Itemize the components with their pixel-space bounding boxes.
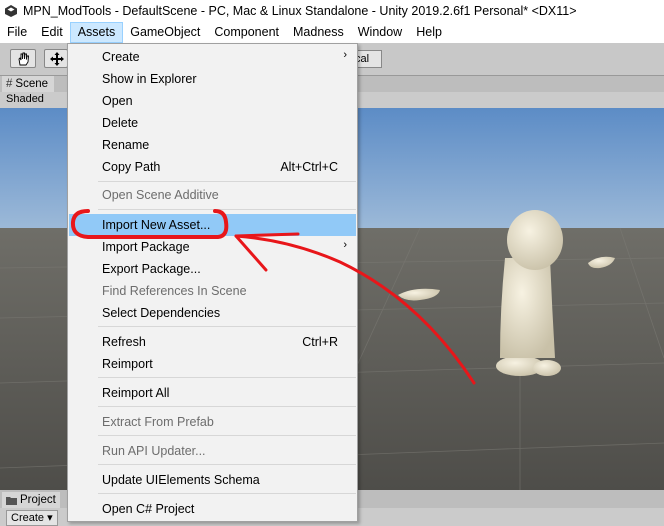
menu-item-label: Copy Path: [102, 160, 161, 174]
scene-grid-icon: #: [6, 78, 13, 90]
chevron-right-icon: ›: [343, 239, 347, 251]
tab-project[interactable]: Project: [2, 492, 60, 508]
menu-file[interactable]: File: [0, 22, 34, 43]
menu-item-label: Refresh: [102, 335, 146, 349]
menu-separator: [98, 464, 356, 465]
menu-item-label: Import Package: [102, 240, 190, 254]
tab-project-label: Project: [20, 494, 56, 506]
menu-item-label: Select Dependencies: [102, 306, 221, 320]
menu-item-copy-path[interactable]: Copy Path Alt+Ctrl+C: [69, 156, 356, 178]
menu-assets[interactable]: Assets: [69, 22, 124, 43]
menu-item-label: Extract From Prefab: [102, 415, 214, 429]
menu-separator: [98, 181, 356, 182]
menu-component[interactable]: Component: [207, 22, 286, 43]
menu-item-import-package[interactable]: Import Package ›: [69, 236, 356, 258]
menu-item-reimport[interactable]: Reimport: [69, 353, 356, 375]
unity-app-icon: [5, 5, 17, 17]
menu-item-open[interactable]: Open: [69, 90, 356, 112]
menu-item-label: Run API Updater...: [102, 444, 206, 458]
assets-dropdown-menu: Create › Show in Explorer Open Delete Re…: [67, 43, 358, 522]
menu-bar: File Edit Assets GameObject Component Ma…: [0, 22, 664, 43]
menu-item-label: Open C# Project: [102, 502, 195, 516]
menu-separator: [98, 326, 356, 327]
window-titlebar: MPN_ModTools - DefaultScene - PC, Mac & …: [0, 0, 664, 22]
menu-separator: [98, 406, 356, 407]
menu-item-label: Reimport All: [102, 386, 170, 400]
menu-item-label: Show in Explorer: [102, 72, 197, 86]
menu-gameobject[interactable]: GameObject: [123, 22, 207, 43]
tab-scene-label: Scene: [15, 78, 49, 90]
menu-item-shortcut: Ctrl+R: [302, 335, 338, 349]
menu-item-label: Rename: [102, 138, 150, 152]
menu-item-label: Create: [102, 50, 140, 64]
move-icon: [50, 52, 64, 66]
menu-item-reimport-all[interactable]: Reimport All: [69, 382, 356, 404]
menu-separator: [98, 435, 356, 436]
menu-item-label: Open: [102, 94, 133, 108]
menu-separator: [98, 493, 356, 494]
menu-item-rename[interactable]: Rename: [69, 134, 356, 156]
window-title: MPN_ModTools - DefaultScene - PC, Mac & …: [23, 4, 577, 18]
menu-window[interactable]: Window: [351, 22, 409, 43]
menu-item-update-uielements-schema[interactable]: Update UIElements Schema: [69, 469, 356, 491]
menu-item-label: Import New Asset...: [102, 218, 211, 232]
menu-item-import-new-asset[interactable]: Import New Asset...: [69, 214, 356, 236]
menu-separator: [98, 209, 356, 210]
menu-item-label: Reimport: [102, 357, 153, 371]
chevron-right-icon: ›: [343, 49, 347, 61]
menu-item-label: Open Scene Additive: [102, 188, 219, 202]
menu-item-shortcut: Alt+Ctrl+C: [280, 160, 338, 174]
menu-item-open-scene-additive: Open Scene Additive: [69, 184, 356, 206]
menu-item-run-api-updater: Run API Updater...: [69, 440, 356, 462]
menu-madness[interactable]: Madness: [286, 22, 351, 43]
hand-tool-button[interactable]: [10, 49, 36, 68]
menu-item-select-dependencies[interactable]: Select Dependencies: [69, 302, 356, 324]
menu-separator: [98, 377, 356, 378]
menu-item-refresh[interactable]: Refresh Ctrl+R: [69, 331, 356, 353]
menu-item-delete[interactable]: Delete: [69, 112, 356, 134]
shading-mode-dropdown[interactable]: Shaded: [6, 93, 44, 105]
move-tool-button[interactable]: [44, 49, 68, 68]
project-create-label: Create: [11, 512, 45, 524]
menu-item-create[interactable]: Create ›: [69, 46, 356, 68]
menu-item-label: Export Package...: [102, 262, 201, 276]
menu-item-label: Delete: [102, 116, 139, 130]
menu-item-label: Update UIElements Schema: [102, 473, 260, 487]
hand-icon: [18, 52, 29, 66]
menu-edit[interactable]: Edit: [34, 22, 70, 43]
menu-item-open-csharp-project[interactable]: Open C# Project: [69, 498, 356, 520]
menu-help[interactable]: Help: [409, 22, 449, 43]
menu-item-export-package[interactable]: Export Package...: [69, 258, 356, 280]
menu-item-extract-from-prefab: Extract From Prefab: [69, 411, 356, 433]
tab-scene[interactable]: # Scene: [2, 76, 55, 92]
menu-item-show-in-explorer[interactable]: Show in Explorer: [69, 68, 356, 90]
project-create-button[interactable]: Create ▾: [6, 510, 58, 526]
menu-item-find-references: Find References In Scene: [69, 280, 356, 302]
menu-item-label: Find References In Scene: [102, 284, 247, 298]
folder-icon: [6, 496, 17, 505]
